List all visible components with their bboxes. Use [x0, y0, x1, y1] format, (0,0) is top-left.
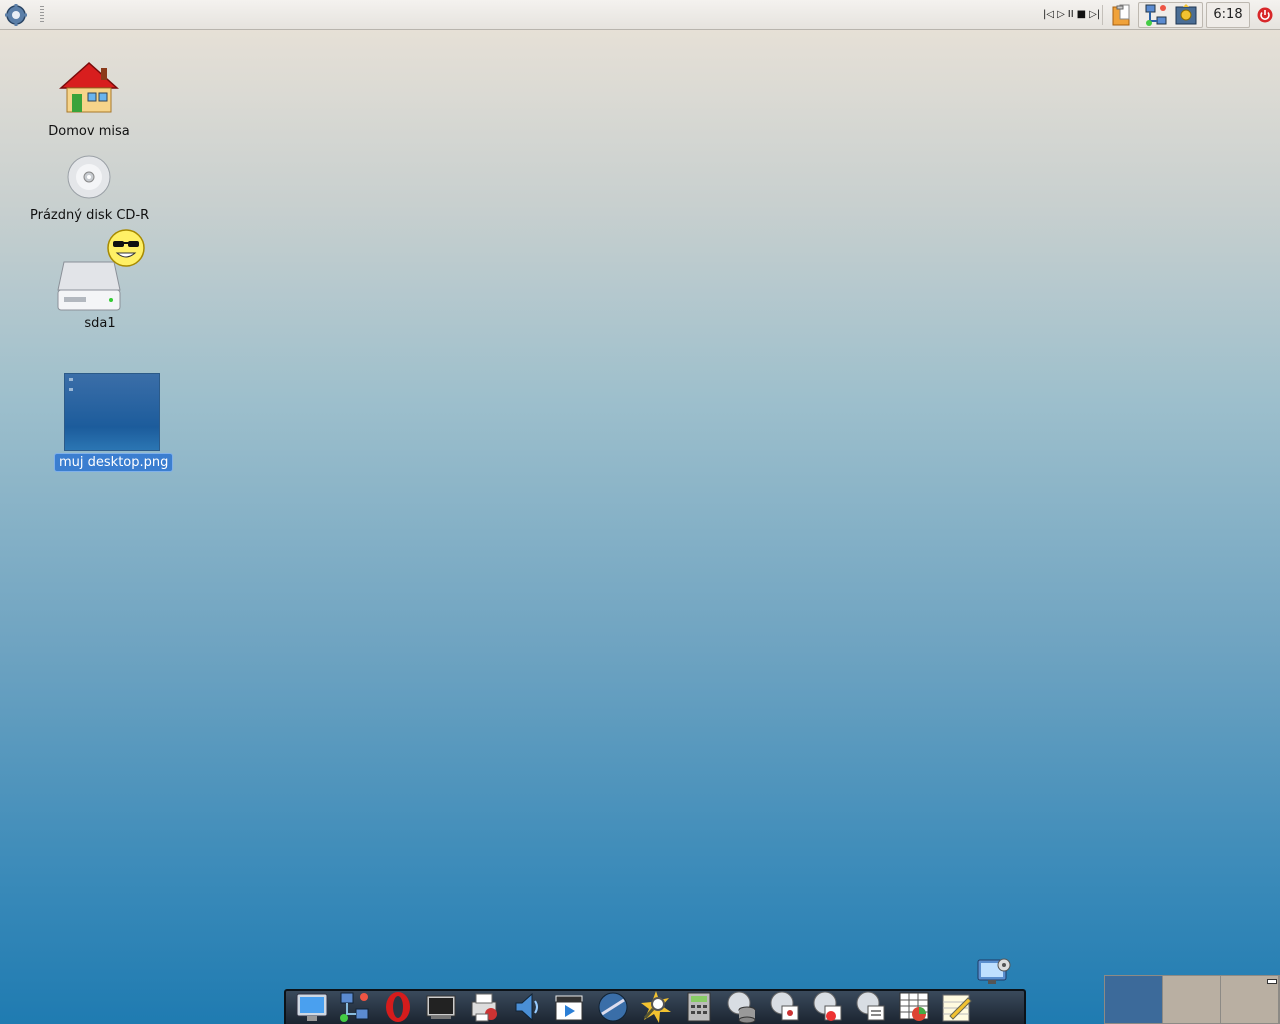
monitor-settings-icon[interactable] — [976, 957, 1012, 987]
presentation-icon[interactable] — [763, 990, 806, 1024]
pager-desktop-1[interactable] — [1105, 976, 1163, 1023]
desktop-icon-home[interactable]: Domov misa — [40, 60, 138, 140]
desktop-icon-image-file[interactable]: muj desktop.png — [54, 373, 174, 472]
desktop-icon[interactable] — [290, 990, 333, 1024]
draw-icon[interactable] — [806, 990, 849, 1024]
image-thumbnail — [64, 373, 160, 451]
opera-icon[interactable] — [376, 990, 419, 1024]
pause-button[interactable]: II — [1068, 8, 1074, 21]
play-button[interactable]: ▷ — [1057, 8, 1065, 21]
clipboard-icon[interactable] — [1109, 3, 1133, 27]
desktop-icon-label: Prázdný disk CD-R — [30, 208, 150, 223]
previous-track-button[interactable]: |◁ — [1043, 8, 1054, 21]
cdrom-icon — [67, 155, 111, 199]
spreadsheet-icon[interactable] — [892, 990, 935, 1024]
desktop-icon-label: muj desktop.png — [54, 453, 174, 472]
kde-menu-icon[interactable] — [4, 3, 28, 27]
next-track-button[interactable]: ▷| — [1089, 8, 1100, 21]
database-icon[interactable] — [720, 990, 763, 1024]
puzzle-icon[interactable] — [1174, 3, 1198, 27]
desktop-icon-label: sda1 — [84, 316, 116, 331]
printer-icon[interactable] — [462, 990, 505, 1024]
application-dock — [284, 989, 1026, 1024]
video-icon[interactable] — [548, 990, 591, 1024]
desktop-icon-cdrom[interactable]: Prázdný disk CD-R — [26, 154, 152, 224]
power-icon[interactable] — [1257, 7, 1273, 23]
media-controls: |◁ ▷ II ■ ▷| — [1043, 8, 1100, 21]
document-icon[interactable] — [849, 990, 892, 1024]
search-icon[interactable] — [634, 990, 677, 1024]
panel-grip-handle[interactable] — [40, 6, 44, 24]
desktop-icon-sda1[interactable]: sda1 — [52, 228, 148, 332]
pager-desktop-2[interactable] — [1163, 976, 1221, 1023]
notepad-icon[interactable] — [935, 990, 978, 1024]
network-icon[interactable] — [333, 990, 376, 1024]
home-icon — [59, 61, 119, 113]
panel-separator — [1102, 5, 1103, 25]
smiley-sunglasses-icon — [107, 229, 145, 267]
calculator-icon[interactable] — [677, 990, 720, 1024]
desktop-icon-label: Domov misa — [48, 124, 130, 139]
desktop-pager — [1104, 975, 1280, 1024]
network-icon[interactable] — [1144, 3, 1168, 27]
speaker-icon[interactable] — [505, 990, 548, 1024]
pager-minimize-icon[interactable] — [1267, 979, 1277, 984]
clock[interactable]: 6:18 — [1206, 2, 1250, 28]
browser-icon[interactable] — [591, 990, 634, 1024]
terminal-icon[interactable] — [419, 990, 462, 1024]
top-panel: |◁ ▷ II ■ ▷| 6:18 — [0, 0, 1280, 30]
stop-button[interactable]: ■ — [1077, 8, 1086, 21]
